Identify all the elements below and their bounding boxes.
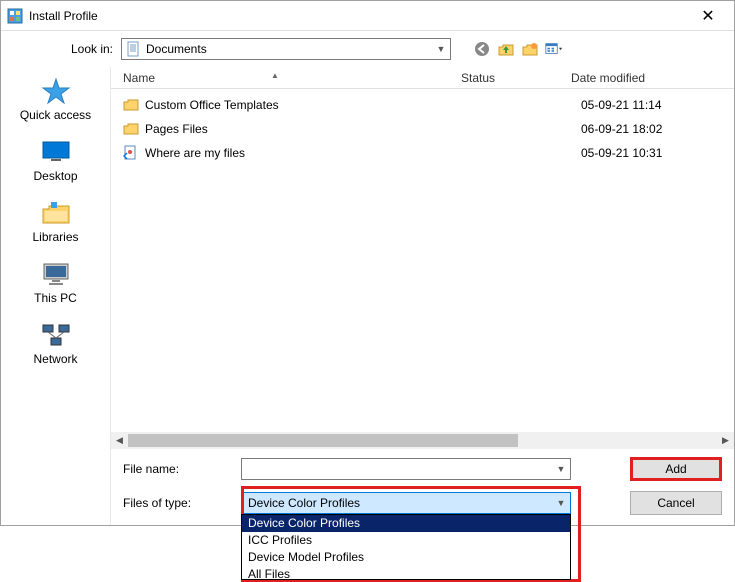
place-libraries[interactable]: Libraries <box>1 195 110 252</box>
place-this-pc[interactable]: This PC <box>1 256 110 313</box>
dropdown-option[interactable]: Device Color Profiles <box>242 515 570 532</box>
look-in-text: Documents <box>146 42 432 56</box>
folder-icon <box>123 97 139 113</box>
column-status[interactable]: Status <box>461 71 571 85</box>
libraries-icon <box>39 199 73 227</box>
dropdown-option[interactable]: All Files <box>242 566 570 579</box>
file-type-row: Files of type: Device Color Profiles ▼ D… <box>123 491 722 515</box>
file-type-dropdown[interactable]: Device Color Profiles ICC Profiles Devic… <box>241 514 571 580</box>
place-label: This PC <box>1 291 110 305</box>
place-quick-access[interactable]: Quick access <box>1 73 110 130</box>
desktop-icon <box>39 138 73 166</box>
documents-icon <box>126 41 142 57</box>
place-label: Network <box>1 352 110 366</box>
list-header[interactable]: Name▲ Status Date modified <box>111 67 734 89</box>
file-date: 05-09-21 10:31 <box>581 146 734 160</box>
look-in-label: Look in: <box>13 42 113 56</box>
shortcut-icon <box>123 145 139 161</box>
file-type-label: Files of type: <box>123 496 233 510</box>
list-item[interactable]: Pages Files 06-09-21 18:02 <box>111 117 734 141</box>
file-name: Custom Office Templates <box>145 98 471 112</box>
scroll-track[interactable] <box>128 432 717 449</box>
place-desktop[interactable]: Desktop <box>1 134 110 191</box>
column-date[interactable]: Date modified <box>571 71 734 85</box>
view-menu-icon[interactable] <box>545 40 563 58</box>
file-name-input[interactable]: ▼ <box>241 458 571 480</box>
file-pane: Name▲ Status Date modified Custom Office… <box>111 67 734 525</box>
bottom-panel: File name: ▼ Add Files of type: Device C… <box>111 449 734 525</box>
app-icon <box>7 8 23 24</box>
chevron-down-icon: ▼ <box>552 498 570 508</box>
body: Quick access Desktop Libraries This PC N… <box>1 67 734 525</box>
list-item[interactable]: Where are my files 05-09-21 10:31 <box>111 141 734 165</box>
back-icon[interactable] <box>473 40 491 58</box>
up-icon[interactable] <box>497 40 515 58</box>
look-in-combo[interactable]: Documents ▼ <box>121 38 451 60</box>
scroll-right-icon[interactable]: ▶ <box>717 432 734 449</box>
pc-icon <box>39 260 73 288</box>
star-icon <box>39 77 73 105</box>
add-button[interactable]: Add <box>630 457 722 481</box>
cancel-button[interactable]: Cancel <box>630 491 722 515</box>
file-type-box: Device Color Profiles ▼ Device Color Pro… <box>241 492 571 514</box>
file-list[interactable]: Name▲ Status Date modified Custom Office… <box>111 67 734 432</box>
file-date: 05-09-21 11:14 <box>581 98 734 112</box>
folder-icon <box>123 121 139 137</box>
file-name-row: File name: ▼ Add <box>123 457 722 481</box>
chevron-down-icon: ▼ <box>432 44 450 54</box>
install-profile-dialog: Install Profile ✕ Look in: Documents ▼ Q… <box>0 0 735 526</box>
list-item[interactable]: Custom Office Templates 05-09-21 11:14 <box>111 93 734 117</box>
chevron-down-icon: ▼ <box>552 464 570 474</box>
file-date: 06-09-21 18:02 <box>581 122 734 136</box>
column-name[interactable]: Name▲ <box>111 71 461 85</box>
scroll-left-icon[interactable]: ◀ <box>111 432 128 449</box>
file-name: Where are my files <box>145 146 471 160</box>
list-rows: Custom Office Templates 05-09-21 11:14 P… <box>111 89 734 165</box>
file-name-label: File name: <box>123 462 233 476</box>
place-label: Desktop <box>1 169 110 183</box>
place-network[interactable]: Network <box>1 317 110 374</box>
network-icon <box>39 321 73 349</box>
dropdown-option[interactable]: Device Model Profiles <box>242 549 570 566</box>
sort-asc-icon: ▲ <box>271 71 279 80</box>
places-bar: Quick access Desktop Libraries This PC N… <box>1 67 111 525</box>
dropdown-option[interactable]: ICC Profiles <box>242 532 570 549</box>
scroll-thumb[interactable] <box>128 434 518 447</box>
file-type-text: Device Color Profiles <box>242 496 552 510</box>
toolbar <box>473 40 563 58</box>
dialog-title: Install Profile <box>29 9 688 23</box>
new-folder-icon[interactable] <box>521 40 539 58</box>
place-label: Quick access <box>1 108 110 122</box>
file-name: Pages Files <box>145 122 471 136</box>
titlebar: Install Profile ✕ <box>1 1 734 31</box>
file-type-combo[interactable]: Device Color Profiles ▼ <box>241 492 571 514</box>
close-button[interactable]: ✕ <box>688 6 728 26</box>
place-label: Libraries <box>1 230 110 244</box>
look-in-row: Look in: Documents ▼ <box>1 31 734 67</box>
horizontal-scrollbar[interactable]: ◀ ▶ <box>111 432 734 449</box>
